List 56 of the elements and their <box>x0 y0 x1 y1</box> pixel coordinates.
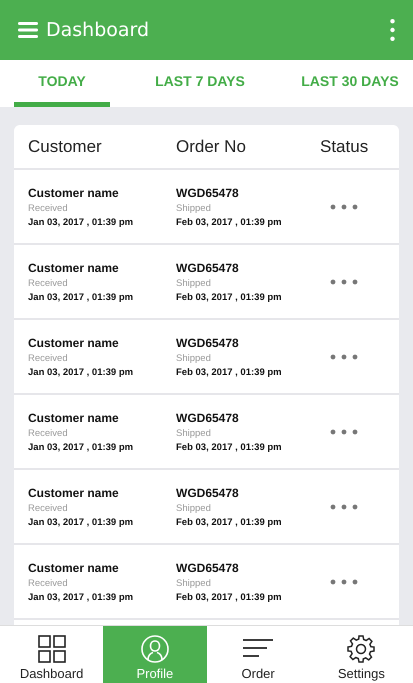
column-header: Customer <box>27 136 103 156</box>
order-number: WGD65478 <box>176 560 240 574</box>
status-label: Shipped <box>176 202 212 214</box>
tab[interactable]: LAST 7 DAYS <box>110 60 290 107</box>
more-icon[interactable] <box>330 428 358 434</box>
more-icon[interactable] <box>330 204 358 210</box>
order-number: WGD65478 <box>176 410 240 424</box>
profile-icon <box>140 635 169 663</box>
date-text: Feb 03, 2017 , 01:39 pm <box>176 292 283 302</box>
status-label: Received <box>28 502 69 514</box>
status-label: Received <box>28 428 69 438</box>
date-text: Feb 03, 2017 , 01:39 pm <box>176 592 283 602</box>
more-icon[interactable] <box>330 354 358 360</box>
grid-icon <box>38 635 66 663</box>
order-number: WGD65478 <box>176 336 240 350</box>
status-label: Shipped <box>176 502 212 514</box>
date-text: Jan 03, 2017 , 01:39 pm <box>28 442 134 452</box>
tab[interactable]: LAST 30 DAYS <box>290 60 410 107</box>
status-label: Shipped <box>176 428 212 438</box>
date-text: Jan 03, 2017 , 01:39 pm <box>28 366 134 378</box>
tab[interactable]: TODAY <box>14 60 110 107</box>
customer-name: Customer name <box>28 410 120 424</box>
customer-name: Customer name <box>28 560 120 574</box>
lines-icon <box>242 638 274 658</box>
date-text: Feb 03, 2017 , 01:39 pm <box>176 516 283 528</box>
status-label: Received <box>28 578 69 588</box>
date-text: Feb 03, 2017 , 01:39 pm <box>176 442 283 452</box>
customer-name: Customer name <box>28 260 120 274</box>
status-label: Shipped <box>176 352 212 364</box>
date-text: Feb 03, 2017 , 01:39 pm <box>176 366 283 378</box>
status-label: Received <box>28 278 69 288</box>
more-icon[interactable] <box>330 278 358 284</box>
order-number: WGD65478 <box>176 186 240 200</box>
status-label: Shipped <box>176 278 212 288</box>
date-text: Jan 03, 2017 , 01:39 pm <box>28 216 134 228</box>
column-header: Status <box>319 136 370 156</box>
status-label: Shipped <box>176 578 212 588</box>
settings-icon <box>347 635 376 663</box>
customer-name: Customer name <box>28 336 120 350</box>
column-header: Order No <box>176 136 247 156</box>
order-number: WGD65478 <box>176 486 240 500</box>
date-text: Jan 03, 2017 , 01:39 pm <box>28 516 134 528</box>
more-icon[interactable] <box>390 19 395 41</box>
customer-name: Customer name <box>28 486 120 500</box>
order-number: WGD65478 <box>176 260 240 274</box>
status-label: Received <box>28 202 69 214</box>
more-icon[interactable] <box>330 578 358 584</box>
app-title: Dashboard <box>46 19 150 41</box>
customer-name: Customer name <box>28 186 120 200</box>
nav-item[interactable]: Profile <box>103 626 206 683</box>
date-text: Feb 03, 2017 , 01:39 pm <box>176 216 283 228</box>
date-text: Jan 03, 2017 , 01:39 pm <box>28 592 134 602</box>
menu-icon[interactable] <box>18 22 38 38</box>
more-icon[interactable] <box>330 504 358 510</box>
status-label: Received <box>28 352 69 364</box>
date-text: Jan 03, 2017 , 01:39 pm <box>28 292 134 302</box>
